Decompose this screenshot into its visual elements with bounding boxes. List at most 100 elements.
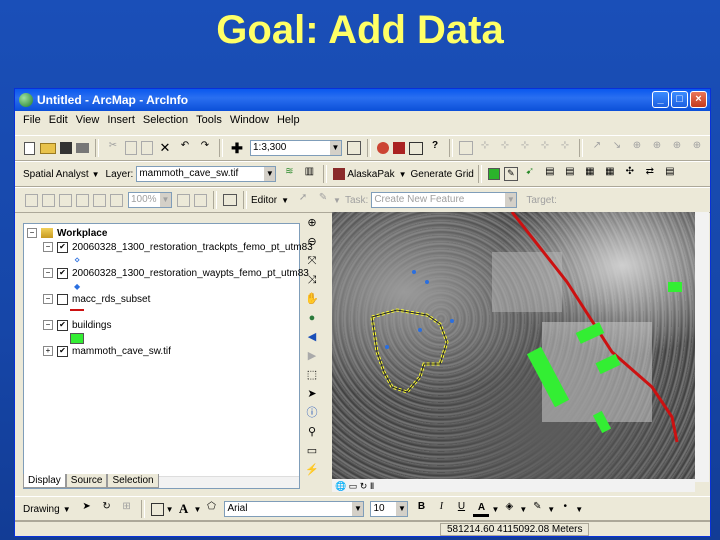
font-dropdown-icon[interactable]: ▼ — [352, 502, 364, 516]
fixed-zoom-out-icon[interactable]: ⤨ — [304, 272, 320, 288]
select-elements-icon[interactable]: ➤ — [304, 386, 320, 402]
undo-icon[interactable]: ↶ — [177, 140, 193, 156]
new-document-icon[interactable] — [24, 141, 35, 155]
layout-tool-2-icon[interactable]: ▤ — [562, 166, 578, 182]
cut-icon[interactable]: ✂ — [105, 140, 121, 156]
bold-icon[interactable]: B — [413, 501, 429, 517]
layout-tool-e-icon[interactable] — [93, 193, 106, 207]
arrow-tool-icon[interactable]: ➹ — [522, 166, 538, 182]
toc-layer-row[interactable]: − ✔ buildings — [43, 319, 111, 332]
menu-window[interactable]: Window — [230, 114, 269, 126]
copy-icon[interactable] — [125, 141, 137, 155]
font-color-icon[interactable]: A — [473, 502, 490, 517]
data-view-icon[interactable]: 🌐 — [335, 481, 346, 491]
layer-visibility-checkbox[interactable]: ✔ — [57, 319, 68, 331]
alaskapak-menu[interactable]: AlaskaPak — [347, 169, 394, 180]
window-titlebar[interactable]: Untitled - ArcMap - ArcInfo _ □ × — [15, 89, 710, 111]
layout-view-button[interactable]: ▭ — [349, 481, 358, 491]
command-line-icon[interactable] — [409, 141, 423, 155]
text-tool-icon[interactable]: A — [176, 501, 192, 517]
rotate-icon[interactable]: ↻ — [99, 501, 115, 517]
map-horizontal-scrollbar[interactable] — [332, 479, 695, 492]
tab-selection[interactable]: Selection — [107, 474, 159, 488]
task-dropdown-icon[interactable]: ▼ — [505, 193, 517, 207]
pan-hand-icon[interactable]: ✋ — [304, 291, 320, 307]
collapse-icon[interactable]: − — [27, 228, 37, 239]
zoom-out-icon[interactable]: ⊖ — [304, 234, 320, 250]
expand-icon[interactable]: + — [43, 346, 53, 357]
layout-view-icon[interactable] — [223, 194, 237, 206]
toc-layer-row[interactable]: − ✔ 20060328_1300_restoration_trackpts_fem… — [43, 241, 313, 254]
menu-tools[interactable]: Tools — [196, 114, 222, 126]
menu-insert[interactable]: Insert — [107, 114, 135, 126]
arccatalog-icon[interactable] — [393, 142, 405, 154]
layout-tool-4-icon[interactable]: ▦ — [602, 166, 618, 182]
georef-tool-2-icon[interactable]: ⊹ — [477, 140, 493, 156]
open-folder-icon[interactable] — [40, 142, 56, 154]
layout-tool-f-icon[interactable] — [110, 193, 123, 207]
fill-color-dropdown-icon[interactable]: ▼ — [519, 505, 527, 514]
menu-help[interactable]: Help — [277, 114, 300, 126]
layout-tool-3-icon[interactable]: ▦ — [582, 166, 598, 182]
sketch-tool-icon[interactable]: ✎ — [315, 192, 331, 208]
text-dropdown-icon[interactable]: ▼ — [194, 505, 202, 514]
toc-layer-row[interactable]: − ✔ 20060328_1300_restoration_waypts_femo_… — [43, 267, 309, 280]
drawing-dropdown-icon[interactable]: ▼ — [63, 505, 71, 514]
map-vertical-scrollbar[interactable] — [695, 212, 709, 482]
layer-visibility-checkbox[interactable]: ✔ — [57, 345, 68, 357]
edit-vertices-tool-icon[interactable]: ⬠ — [203, 501, 219, 517]
layout-tool-d-icon[interactable] — [76, 193, 89, 207]
editor-dropdown-icon[interactable]: ▼ — [281, 196, 289, 205]
underline-icon[interactable]: U — [453, 501, 469, 517]
zoom-whole-page-icon[interactable]: ⊞ — [119, 501, 135, 517]
georef-tool-4-icon[interactable]: ⊹ — [517, 140, 533, 156]
toc-layer-row[interactable]: + ✔ mammoth_cave_sw.tif — [43, 345, 171, 358]
collapse-icon[interactable]: − — [43, 320, 53, 331]
menu-edit[interactable]: Edit — [49, 114, 68, 126]
layer-visibility-checkbox[interactable] — [57, 293, 68, 305]
menu-view[interactable]: View — [76, 114, 100, 126]
select-elements-arrow-icon[interactable]: ➤ — [79, 501, 95, 517]
task-select[interactable]: Create New Feature ▼ — [371, 192, 518, 208]
histogram-icon[interactable]: ▥ — [301, 166, 317, 182]
delete-icon[interactable]: ✕ — [157, 140, 173, 156]
close-button[interactable]: × — [690, 91, 707, 108]
layout-tool-6-icon[interactable]: ⇄ — [642, 166, 658, 182]
font-size-select[interactable]: 10 ▼ — [370, 501, 409, 517]
editor-menu[interactable]: Editor — [251, 195, 277, 206]
map-scale-field[interactable]: 1:3,300 ▼ — [250, 140, 342, 156]
georef-tool-6-icon[interactable]: ⊹ — [557, 140, 573, 156]
marker-color-dropdown-icon[interactable]: ▼ — [575, 505, 583, 514]
minimize-button[interactable]: _ — [652, 91, 669, 108]
edit-vertices-icon[interactable]: ✎ — [503, 167, 518, 181]
font-color-dropdown-icon[interactable]: ▼ — [491, 505, 499, 514]
edit-tool-icon[interactable]: ➚ — [295, 192, 311, 208]
hyperlink-icon[interactable]: ⚡ — [304, 462, 320, 478]
georef-tool-8-icon[interactable]: ↘ — [609, 140, 625, 156]
collapse-icon[interactable]: − — [43, 242, 53, 253]
measure-icon[interactable]: ▭ — [304, 443, 320, 459]
layer-visibility-checkbox[interactable]: ✔ — [57, 241, 68, 253]
paste-icon[interactable] — [141, 141, 153, 155]
fixed-zoom-in-icon[interactable]: ⤧ — [304, 253, 320, 269]
next-extent-icon[interactable]: ▶ — [304, 348, 320, 364]
scale-dropdown-icon[interactable]: ▼ — [330, 141, 341, 155]
layout-tool-5-icon[interactable]: ✣ — [622, 166, 638, 182]
save-icon[interactable] — [60, 142, 72, 154]
toc-workspace-row[interactable]: − Workplace — [27, 227, 107, 240]
alaskapak-dropdown-icon[interactable]: ▼ — [399, 170, 407, 179]
collapse-icon[interactable]: − — [43, 268, 53, 279]
zoom-dropdown-icon[interactable]: ▼ — [160, 193, 171, 207]
editor-toolbar-icon[interactable] — [347, 141, 361, 155]
refresh-icon[interactable]: ↻ — [360, 481, 368, 491]
tab-display[interactable]: Display — [23, 474, 66, 488]
georef-tool-12-icon[interactable]: ⊕ — [689, 140, 705, 156]
full-extent-icon[interactable]: ● — [304, 310, 320, 326]
font-select[interactable]: Arial ▼ — [224, 501, 365, 517]
rectangle-icon[interactable] — [150, 502, 164, 516]
sketch-dropdown-icon[interactable]: ▼ — [333, 196, 341, 205]
hillshade-icon[interactable]: ≋ — [281, 166, 297, 182]
zoom-in-icon[interactable]: ⊕ — [304, 215, 320, 231]
layout-tool-7-icon[interactable]: ▤ — [662, 166, 678, 182]
georef-tool-5-icon[interactable]: ⊹ — [537, 140, 553, 156]
